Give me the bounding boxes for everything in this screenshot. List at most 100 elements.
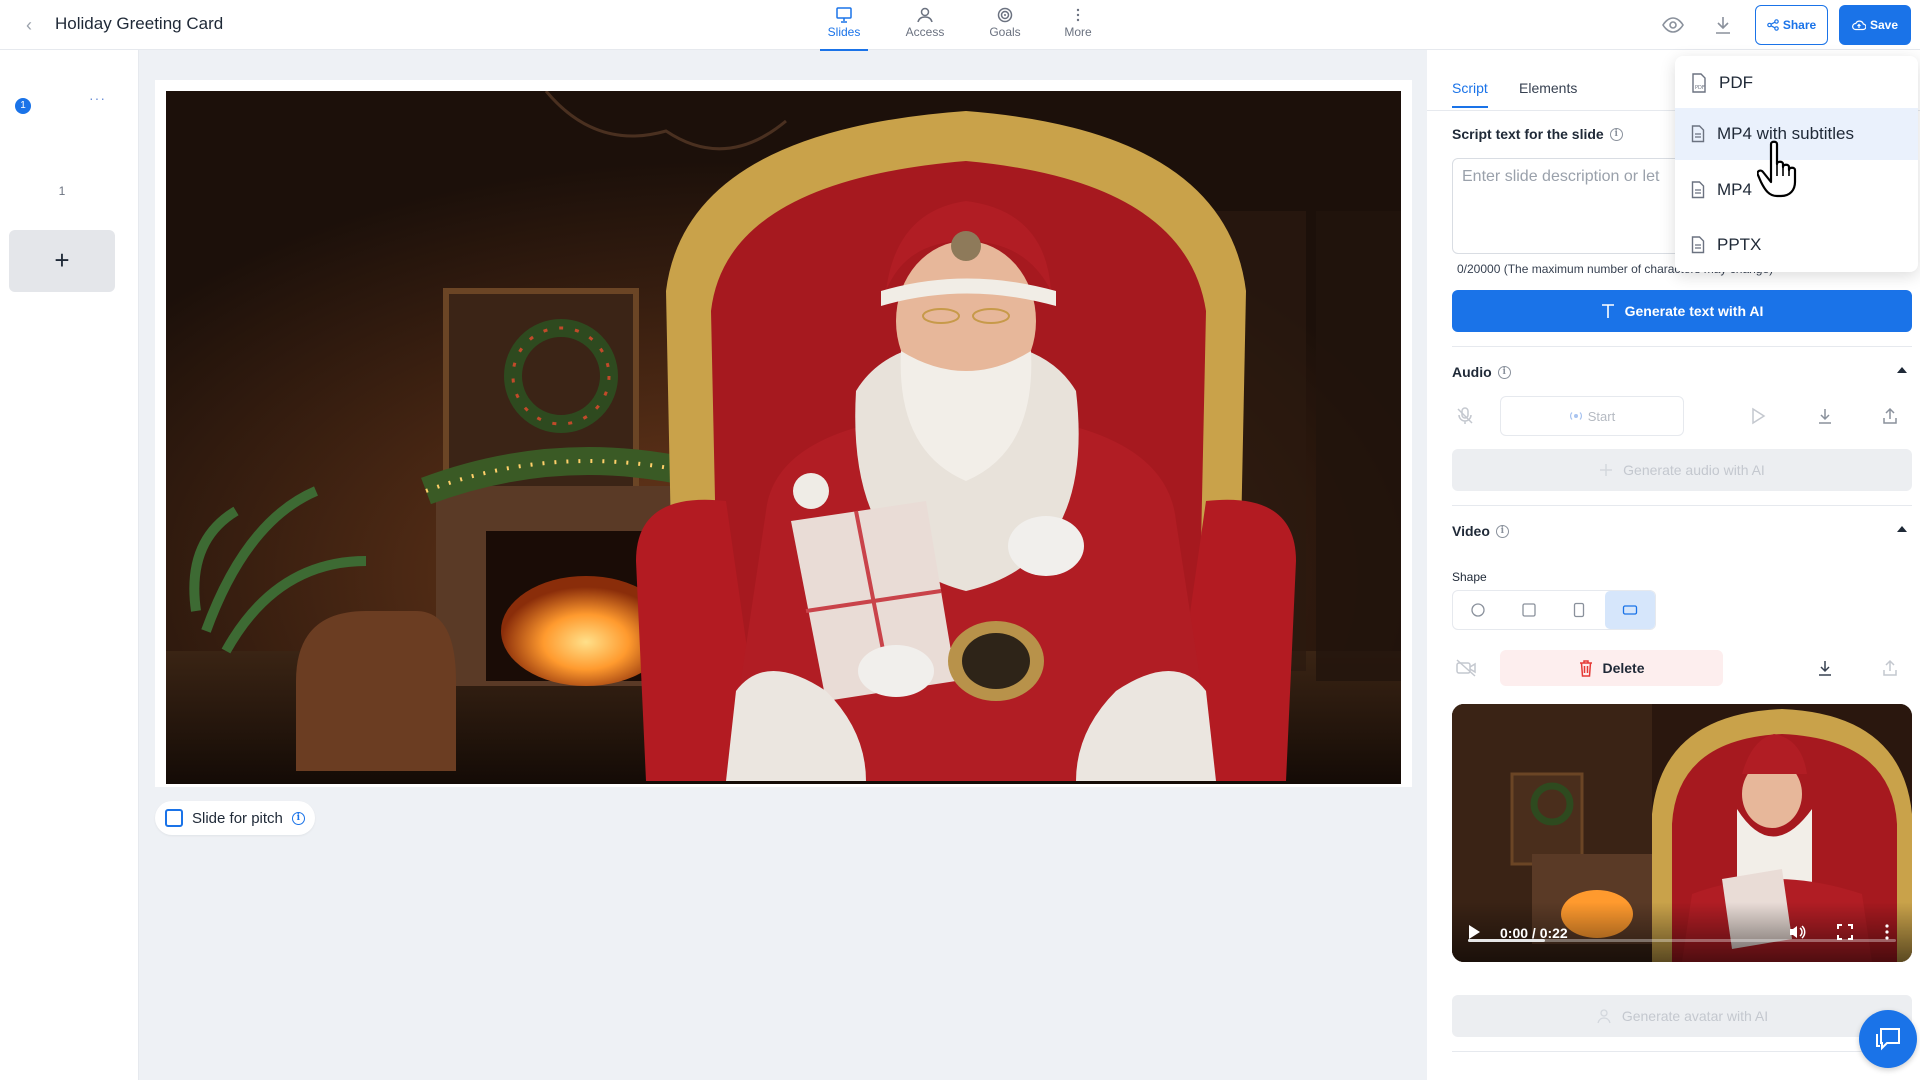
fullscreen-icon[interactable] xyxy=(1836,923,1854,946)
download-icon[interactable] xyxy=(1711,13,1735,37)
generate-avatar-label: Generate avatar with AI xyxy=(1621,1008,1769,1024)
audio-section-label: Audio i xyxy=(1452,364,1511,380)
file-icon xyxy=(1691,125,1705,143)
save-button[interactable]: Save xyxy=(1839,5,1911,45)
share-button[interactable]: Share xyxy=(1755,5,1828,45)
info-icon[interactable]: i xyxy=(291,811,305,825)
generate-avatar-button[interactable]: Generate avatar with AI xyxy=(1452,995,1912,1037)
avatar-icon xyxy=(1597,1009,1611,1024)
tab-goals-label: Goals xyxy=(989,25,1021,39)
script-label: Script text for the slide xyxy=(1452,126,1604,142)
tab-goals[interactable]: Goals xyxy=(975,5,1035,47)
record-icon xyxy=(1569,412,1582,420)
file-icon xyxy=(1691,181,1705,199)
tab-access[interactable]: Access xyxy=(895,5,955,47)
generate-text-label: Generate text with AI xyxy=(1624,303,1764,319)
save-button-label: Save xyxy=(1869,18,1899,32)
delete-video-button[interactable]: Delete xyxy=(1500,650,1723,686)
divider xyxy=(1452,505,1912,506)
menu-item-label: PPTX xyxy=(1717,235,1762,254)
audio-label: Audio xyxy=(1452,364,1492,380)
divider xyxy=(1452,346,1912,347)
script-section-label: Script text for the slide i xyxy=(1452,126,1623,142)
video-label: Video xyxy=(1452,523,1490,539)
slide-for-pitch-toggle: Slide for pitch i xyxy=(155,801,315,835)
upload-audio-icon[interactable] xyxy=(1880,406,1900,431)
slide-canvas[interactable] xyxy=(155,80,1412,787)
play-icon[interactable] xyxy=(1749,406,1767,431)
slide-number: 1 xyxy=(58,184,66,198)
top-bar: ‹ Holiday Greeting Card Slides Access Go… xyxy=(0,0,1920,51)
menu-item-label: PDF xyxy=(1719,73,1753,92)
generate-audio-button[interactable]: Generate audio with AI xyxy=(1452,449,1912,491)
start-recording-button[interactable]: Start xyxy=(1500,396,1684,436)
shape-circle[interactable] xyxy=(1453,591,1504,629)
add-slide-button[interactable]: + xyxy=(9,230,115,292)
tab-elements[interactable]: Elements xyxy=(1519,80,1577,96)
video-progress-bar[interactable] xyxy=(1468,939,1896,942)
shape-label: Shape xyxy=(1452,570,1487,584)
shape-selector xyxy=(1452,590,1656,630)
page-title: Holiday Greeting Card xyxy=(55,14,224,33)
square-icon xyxy=(1522,603,1536,617)
kebab-icon xyxy=(1076,8,1080,22)
info-icon[interactable]: i xyxy=(1497,365,1511,379)
pitch-checkbox[interactable] xyxy=(165,809,183,827)
file-icon xyxy=(1691,236,1705,254)
portrait-icon xyxy=(1574,602,1585,618)
chat-icon xyxy=(1876,1028,1900,1051)
target-icon xyxy=(997,7,1013,23)
video-controls: 0:00 / 0:22 xyxy=(1452,902,1912,962)
back-arrow-icon[interactable]: ‹ xyxy=(19,13,39,37)
start-label: Start xyxy=(1587,408,1616,424)
tab-access-label: Access xyxy=(905,25,945,39)
video-menu-icon[interactable] xyxy=(1884,923,1890,946)
slide-badge: 1 xyxy=(15,98,31,114)
video-section-label: Video i xyxy=(1452,523,1509,539)
info-icon[interactable]: i xyxy=(1495,524,1509,538)
text-icon xyxy=(1601,304,1614,318)
collapse-video-icon[interactable] xyxy=(1897,526,1907,532)
preview-eye-icon[interactable] xyxy=(1661,13,1685,37)
video-player[interactable]: 0:00 / 0:22 xyxy=(1452,704,1912,962)
share-icon xyxy=(1767,19,1779,31)
hand-cursor-icon xyxy=(1756,140,1809,203)
trash-icon xyxy=(1580,660,1593,677)
slide-list: 1 ··· 1 + xyxy=(0,50,139,1080)
chat-support-button[interactable] xyxy=(1859,1010,1917,1068)
pitch-label: Slide for pitch xyxy=(192,809,283,827)
tab-script[interactable]: Script xyxy=(1452,80,1488,108)
cloud-upload-icon xyxy=(1852,20,1866,31)
menu-item-pptx[interactable]: PPTX xyxy=(1675,219,1918,271)
presentation-icon xyxy=(836,7,852,23)
user-icon xyxy=(917,7,933,23)
shape-square[interactable] xyxy=(1504,591,1555,629)
volume-icon[interactable] xyxy=(1788,923,1806,946)
pdf-file-icon: PDF xyxy=(1692,73,1706,93)
download-audio-icon[interactable] xyxy=(1815,406,1835,431)
divider xyxy=(1452,1051,1912,1052)
download-video-icon[interactable] xyxy=(1815,658,1835,683)
tab-slides[interactable]: Slides xyxy=(814,5,874,51)
landscape-icon xyxy=(1622,605,1637,615)
circle-icon xyxy=(1471,603,1485,617)
slide-more-menu[interactable]: ··· xyxy=(89,90,106,106)
slide-image xyxy=(166,91,1401,784)
tab-more[interactable]: More xyxy=(1048,5,1108,47)
shape-landscape[interactable] xyxy=(1604,591,1655,629)
generate-audio-label: Generate audio with AI xyxy=(1623,462,1765,478)
menu-item-pdf[interactable]: PDF PDF xyxy=(1675,57,1918,109)
generate-text-button[interactable]: Generate text with AI xyxy=(1452,290,1912,332)
collapse-audio-icon[interactable] xyxy=(1897,367,1907,373)
slide-thumbnail[interactable]: 1 ··· 1 xyxy=(9,86,115,218)
info-icon[interactable]: i xyxy=(1609,127,1623,141)
shape-portrait[interactable] xyxy=(1554,591,1605,629)
tab-more-label: More xyxy=(1064,25,1092,39)
upload-video-icon[interactable] xyxy=(1880,658,1900,683)
menu-item-label: MP4 xyxy=(1717,180,1752,199)
svg-text:PDF: PDF xyxy=(1695,85,1705,91)
share-button-label: Share xyxy=(1782,18,1817,32)
camera-off-icon[interactable] xyxy=(1455,658,1477,683)
tab-slides-label: Slides xyxy=(827,25,861,39)
mic-off-icon[interactable] xyxy=(1455,406,1475,431)
